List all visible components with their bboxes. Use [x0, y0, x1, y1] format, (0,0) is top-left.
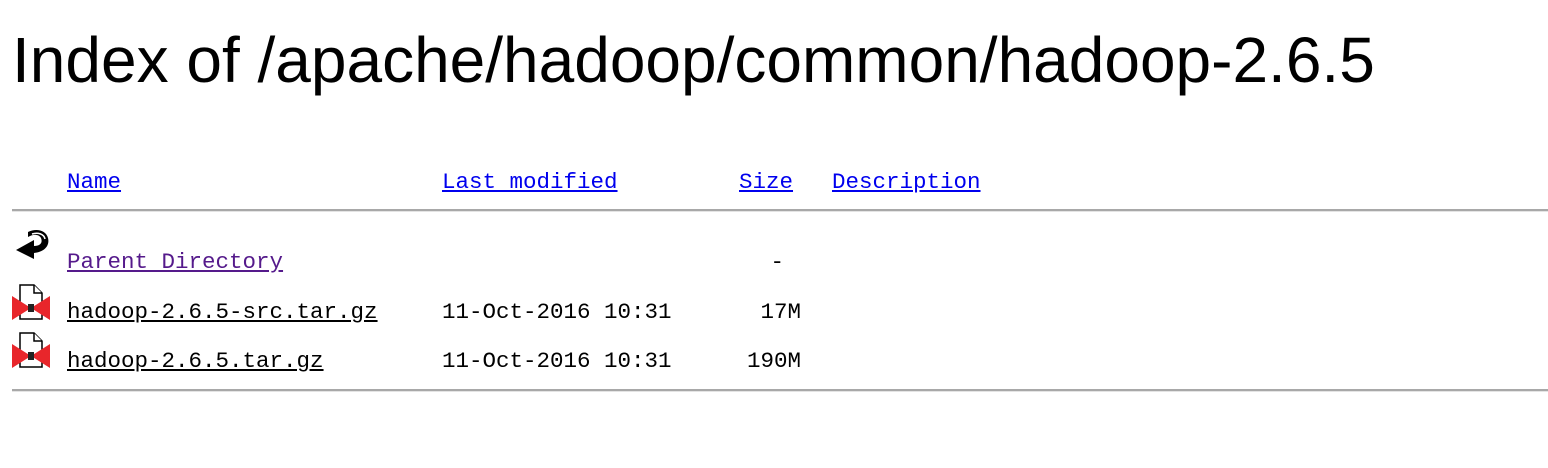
row-last-modified: 11-Oct-2016 10:31: [442, 299, 672, 325]
header-divider: [12, 209, 1548, 212]
row-size: 17M: [760, 299, 801, 325]
column-header-size[interactable]: Size: [739, 168, 793, 196]
page-title: Index of /apache/hadoop/common/hadoop-2.…: [12, 24, 1375, 96]
row-last-modified: 11-Oct-2016 10:31: [442, 348, 672, 374]
row-size: -: [770, 249, 784, 275]
compressed-file-icon: [12, 284, 50, 320]
file-link[interactable]: hadoop-2.6.5-src.tar.gz: [67, 298, 378, 326]
column-header-description[interactable]: Description: [832, 168, 981, 196]
column-header-name[interactable]: Name: [67, 168, 121, 196]
parent-directory-link[interactable]: Parent Directory: [67, 248, 283, 276]
column-header-last-modified[interactable]: Last modified: [442, 168, 618, 196]
footer-divider: [12, 389, 1548, 392]
back-icon: [16, 230, 49, 259]
compressed-file-icon: [12, 332, 50, 368]
file-link[interactable]: hadoop-2.6.5.tar.gz: [67, 347, 324, 375]
row-size: 190M: [746, 348, 801, 374]
